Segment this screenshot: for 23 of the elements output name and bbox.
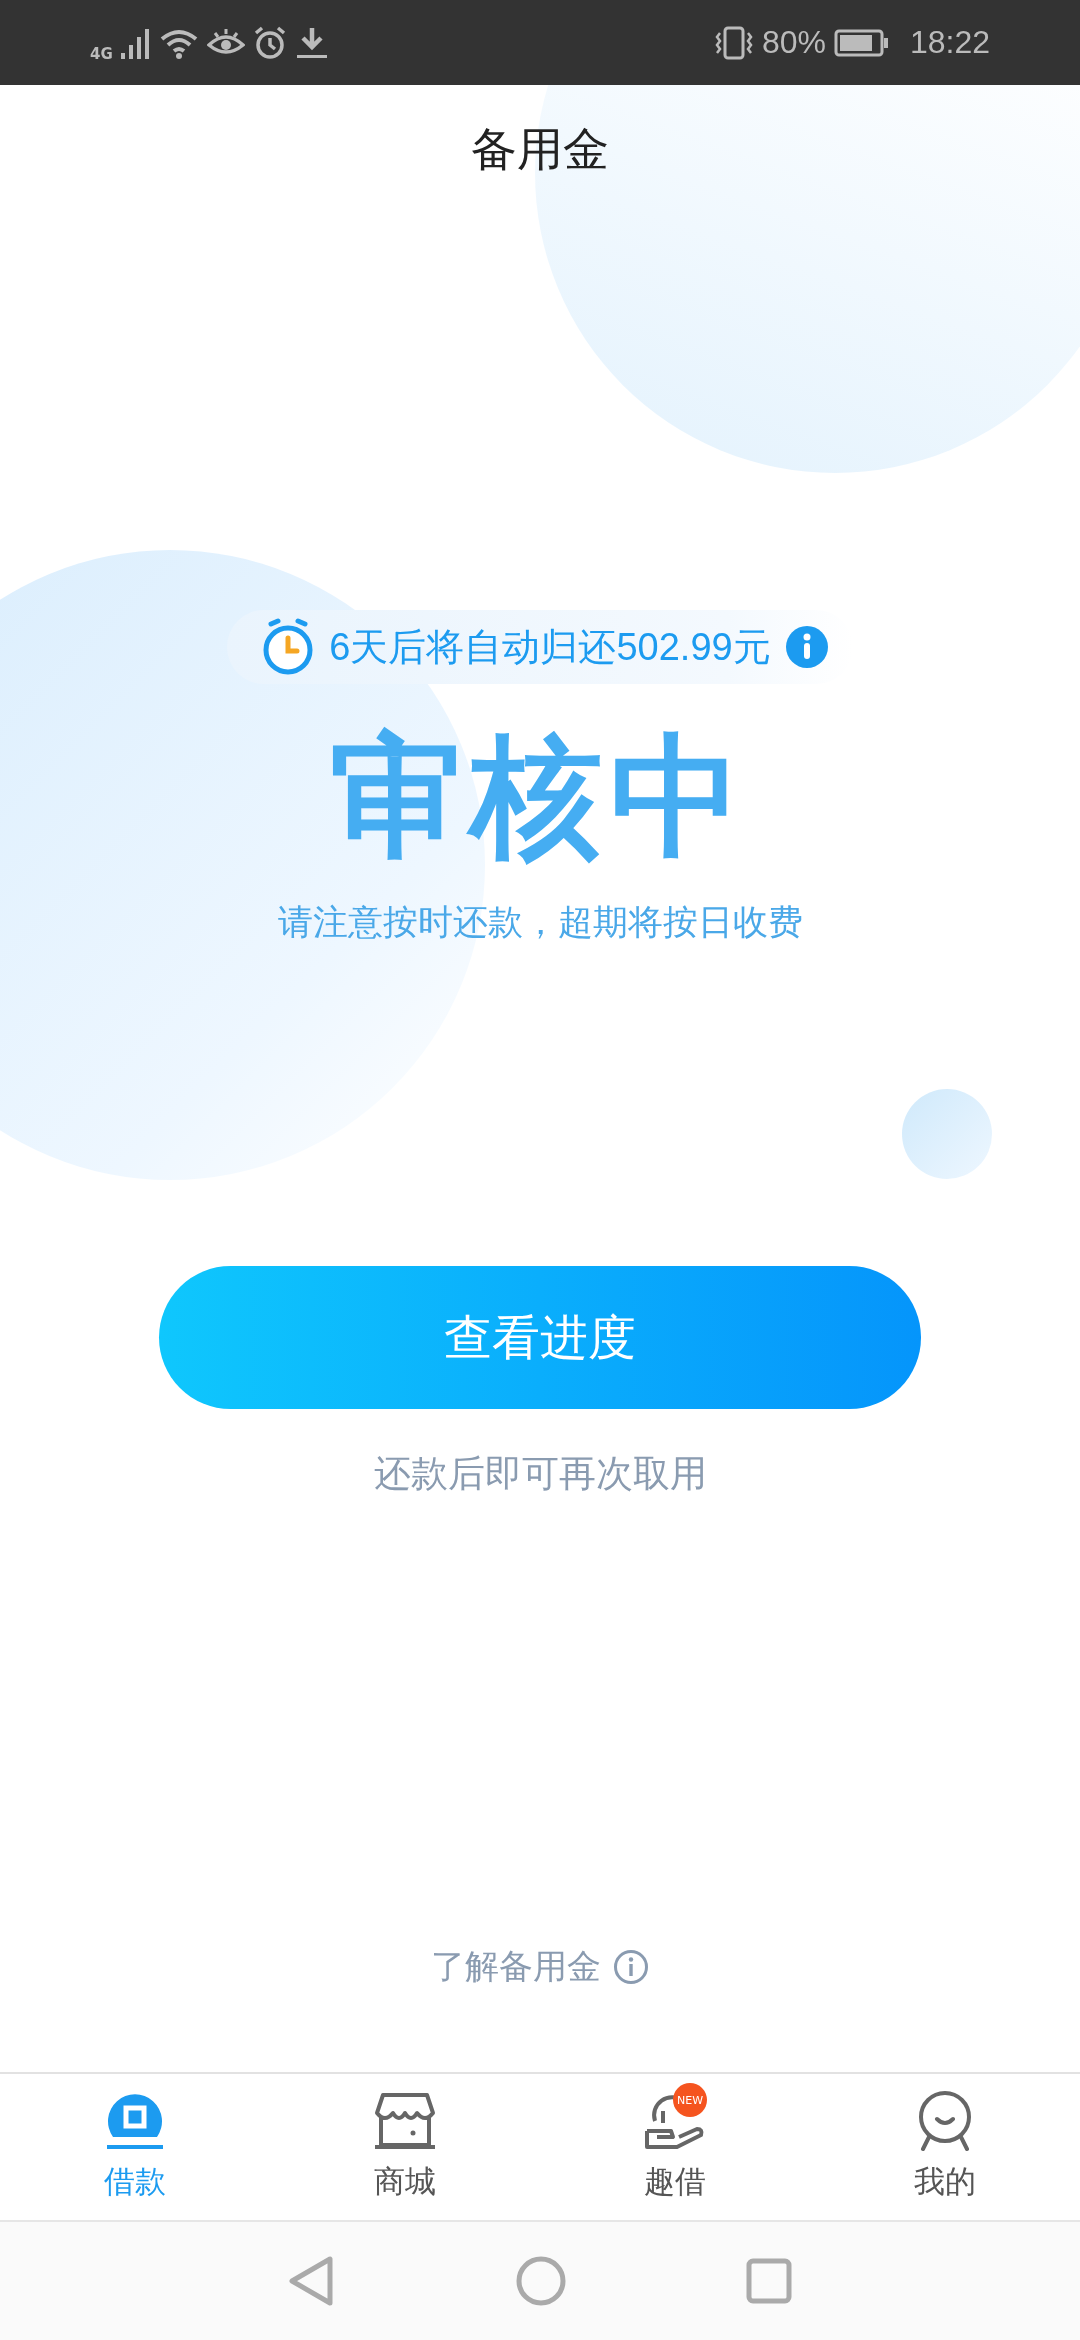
alarm-icon — [252, 25, 287, 60]
hint-text: 还款后即可再次取用 — [373, 1451, 707, 1498]
auto-repay-notice: 6天后将自动归还502.99元 — [329, 624, 771, 670]
tab[interactable]: 商城 — [270, 2074, 540, 2220]
store-icon — [373, 2091, 437, 2151]
new-badge: NEW — [673, 2083, 707, 2117]
battery-icon — [833, 28, 890, 57]
status-title: 审核中 — [330, 724, 750, 870]
battery-percent: 80% — [761, 24, 826, 61]
clock-time: 18:22 — [909, 24, 990, 61]
tab[interactable]: 我的 — [810, 2074, 1080, 2220]
status-subtitle: 请注意按时还款，超期将按日收费 — [277, 901, 803, 945]
tab[interactable]: NEW 趣借 — [540, 2074, 810, 2220]
network-type: 4G — [90, 44, 113, 63]
info-icon[interactable] — [613, 1949, 649, 1985]
download-icon — [294, 25, 329, 60]
info-icon[interactable] — [784, 625, 829, 669]
back-icon[interactable] — [288, 2255, 336, 2307]
home-icon[interactable] — [516, 2256, 566, 2306]
recents-icon[interactable] — [746, 2258, 792, 2304]
signal-icon — [120, 26, 151, 59]
vibrate-icon — [713, 24, 754, 61]
page-title: 备用金 — [471, 121, 609, 178]
